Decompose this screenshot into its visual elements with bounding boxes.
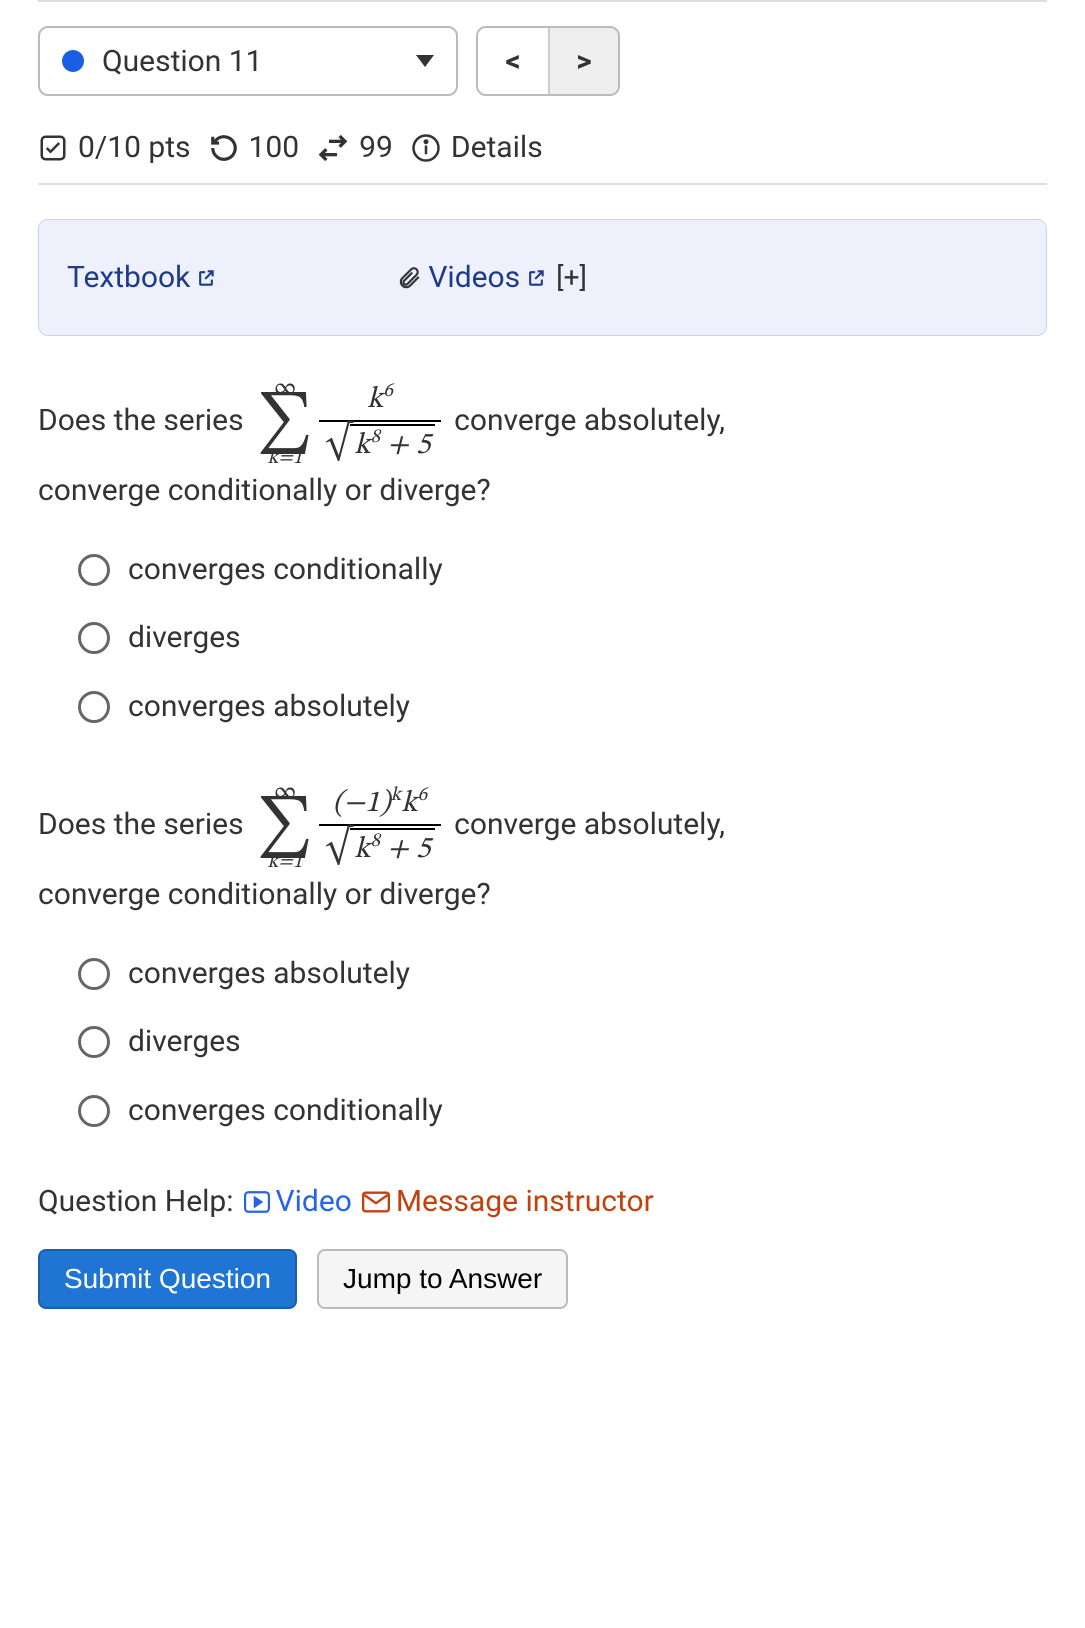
- sigma-lower: k=1: [268, 852, 303, 872]
- info-icon: [411, 133, 441, 163]
- q2-option-0[interactable]: converges absolutely: [78, 951, 1047, 998]
- nav-arrows-group: < >: [476, 26, 620, 96]
- resources-panel: Textbook Videos [+]: [38, 219, 1047, 336]
- q2-suffix: converge absolutely,: [454, 807, 725, 842]
- q2-formula: ∞ ∑ k=1 (−1)kk6 k8 + 5: [257, 780, 441, 872]
- q2-option-2[interactable]: converges conditionally: [78, 1088, 1047, 1135]
- prev-button[interactable]: <: [478, 28, 548, 94]
- question-part-2: Does the series ∞ ∑ k=1 (−1)kk6 k8 + 5 c…: [38, 780, 1047, 1134]
- radio-icon: [78, 1095, 110, 1127]
- option-label: converges absolutely: [128, 684, 410, 731]
- radio-icon: [78, 554, 110, 586]
- question-part-1: Does the series ∞ ∑ k=1 k6 k8 + 5 conver…: [38, 376, 1047, 730]
- option-label: diverges: [128, 615, 241, 662]
- question-label: Question 11: [102, 44, 416, 79]
- attempts-fwd: 99: [359, 130, 393, 165]
- q1-option-1[interactable]: diverges: [78, 615, 1047, 662]
- details-link[interactable]: Details: [451, 130, 543, 165]
- q1-formula: ∞ ∑ k=1 k6 k8 + 5: [257, 376, 441, 468]
- play-icon: [244, 1191, 270, 1213]
- option-label: diverges: [128, 1019, 241, 1066]
- textbook-link[interactable]: Textbook: [67, 260, 216, 295]
- external-link-icon: [196, 268, 216, 288]
- retry-icon: [209, 133, 239, 163]
- next-button[interactable]: >: [548, 28, 618, 94]
- q1-suffix: converge absolutely,: [454, 403, 725, 438]
- message-label: Message instructor: [396, 1184, 654, 1219]
- help-label: Question Help:: [38, 1184, 234, 1219]
- radio-icon: [78, 691, 110, 723]
- sigma-lower: k=1: [268, 448, 303, 468]
- submit-button[interactable]: Submit Question: [38, 1249, 297, 1309]
- radio-icon: [78, 1026, 110, 1058]
- status-dot-icon: [62, 50, 84, 72]
- paperclip-icon: [396, 265, 422, 291]
- q1-option-2[interactable]: converges absolutely: [78, 684, 1047, 731]
- option-label: converges conditionally: [128, 1088, 443, 1135]
- sigma-icon: ∑: [257, 804, 313, 852]
- q2-option-1[interactable]: diverges: [78, 1019, 1047, 1066]
- chevron-down-icon: [416, 55, 434, 67]
- external-link-icon: [526, 268, 546, 288]
- q2-line2: converge conditionally or diverge?: [38, 872, 1047, 919]
- expand-toggle[interactable]: [+]: [556, 261, 587, 294]
- question-selector[interactable]: Question 11: [38, 26, 458, 96]
- message-instructor-link[interactable]: Message instructor: [362, 1184, 654, 1219]
- checkbox-icon: [38, 133, 68, 163]
- radio-icon: [78, 622, 110, 654]
- jump-to-answer-button[interactable]: Jump to Answer: [317, 1249, 568, 1309]
- q1-prefix: Does the series: [38, 403, 244, 438]
- videos-link[interactable]: Videos [+]: [396, 260, 587, 295]
- mail-icon: [362, 1191, 390, 1213]
- option-label: converges conditionally: [128, 547, 443, 594]
- swap-icon: [317, 132, 349, 164]
- help-video-link[interactable]: Video: [244, 1184, 352, 1219]
- option-label: converges absolutely: [128, 951, 410, 998]
- q1-option-0[interactable]: converges conditionally: [78, 547, 1047, 594]
- help-row: Question Help: Video Message instructor: [38, 1184, 1047, 1219]
- radio-icon: [78, 958, 110, 990]
- q1-line2: converge conditionally or diverge?: [38, 468, 1047, 515]
- sigma-icon: ∑: [257, 400, 313, 448]
- textbook-label: Textbook: [67, 260, 190, 295]
- videos-label: Videos: [428, 260, 520, 295]
- q2-prefix: Does the series: [38, 807, 244, 842]
- attempts-back: 100: [249, 130, 300, 165]
- score-text: 0/10 pts: [78, 130, 191, 165]
- help-video-label: Video: [276, 1184, 352, 1219]
